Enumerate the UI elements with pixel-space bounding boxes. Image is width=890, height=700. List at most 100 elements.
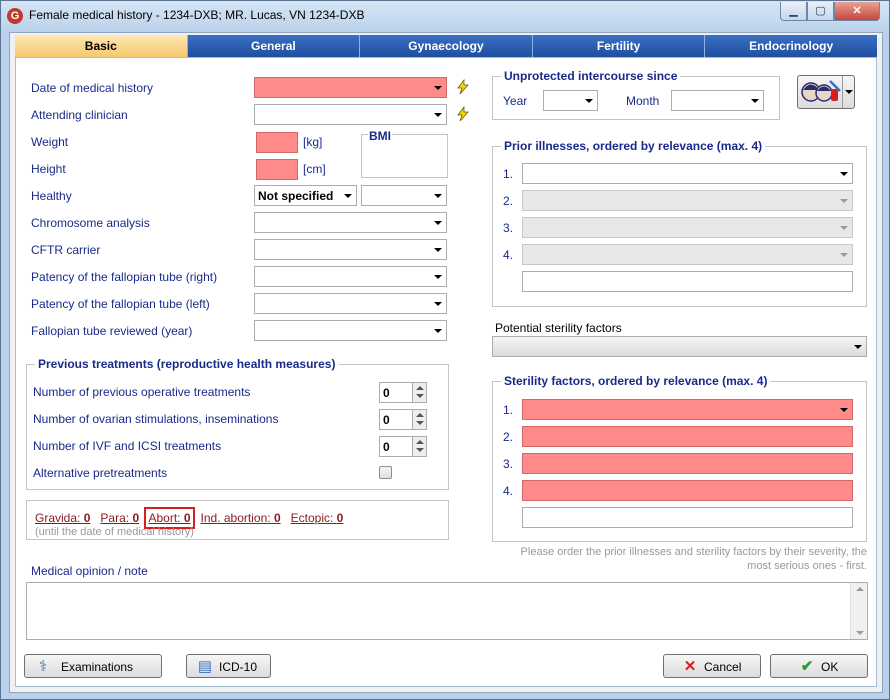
- year-dropdown[interactable]: [543, 90, 598, 111]
- examinations-label: Examinations: [61, 660, 134, 674]
- prior-illness-3-dropdown[interactable]: [522, 217, 853, 238]
- prior-num-1: 1.: [503, 167, 514, 181]
- maximize-icon: ▢: [815, 5, 826, 17]
- date-dropdown[interactable]: [254, 77, 447, 98]
- ivf-label: Number of IVF and ICSI treatments: [33, 439, 222, 453]
- ovarian-stepper[interactable]: 0: [379, 409, 427, 430]
- stethoscope-icon: ⚕: [38, 658, 48, 675]
- clinician-label: Attending clinician: [31, 108, 128, 122]
- weight-unit: [kg]: [303, 135, 323, 149]
- note-textarea[interactable]: [26, 582, 868, 640]
- lightning-icon[interactable]: [455, 79, 471, 95]
- patient-tools-button[interactable]: [797, 75, 855, 109]
- reviewed-dropdown[interactable]: [254, 320, 447, 341]
- basic-page: Date of medical history Attending clinic…: [15, 57, 877, 687]
- checkmark-icon: ✔: [800, 658, 814, 675]
- tab-fertility[interactable]: Fertility: [532, 35, 706, 57]
- para-link[interactable]: Para: 0: [100, 511, 139, 525]
- chevron-down-icon: [434, 221, 442, 225]
- sterility-factor-4-field[interactable]: [522, 480, 853, 501]
- month-label: Month: [626, 94, 660, 108]
- window-title: Female medical history - 1234-DXB; MR. L…: [29, 8, 365, 22]
- icd10-button[interactable]: ▤ ICD-10: [186, 654, 271, 678]
- note-label: Medical opinion / note: [31, 564, 148, 578]
- ok-button[interactable]: ✔ OK: [770, 654, 868, 678]
- prior-illnesses-title: Prior illnesses, ordered by relevance (m…: [501, 139, 766, 153]
- tab-bar: Basic General Gynaecology Fertility Endo…: [15, 35, 877, 57]
- cftr-label: CFTR carrier: [31, 243, 101, 257]
- chevron-down-icon: [344, 194, 352, 198]
- ovarian-label: Number of ovarian stimulations, insemina…: [33, 412, 279, 426]
- ivf-value: 0: [383, 440, 390, 454]
- alternative-checkbox[interactable]: [379, 466, 392, 479]
- previous-treatments-title: Previous treatments (reproductive health…: [35, 357, 339, 371]
- order-hint-line-1: Please order the prior illnesses and ste…: [520, 546, 867, 558]
- chromosome-dropdown[interactable]: [254, 212, 447, 233]
- stepper-down-icon[interactable]: [412, 446, 426, 456]
- healthy-value: Not specified: [258, 189, 334, 203]
- title-bar: G Female medical history - 1234-DXB; MR.…: [1, 1, 889, 31]
- healthy-dropdown[interactable]: Not specified: [254, 185, 357, 206]
- sterility-factor-3-field[interactable]: [522, 453, 853, 474]
- close-button[interactable]: ✕: [834, 2, 880, 21]
- gravida-link[interactable]: Gravida: 0: [35, 511, 90, 525]
- potential-sterility-dropdown[interactable]: [492, 336, 867, 357]
- chevron-down-icon: [434, 113, 442, 117]
- chevron-down-icon: [854, 345, 862, 349]
- ivf-stepper[interactable]: 0: [379, 436, 427, 457]
- patency-right-dropdown[interactable]: [254, 266, 447, 287]
- chevron-down-icon: [434, 302, 442, 306]
- chevron-down-icon: [751, 99, 759, 103]
- healthy-detail-dropdown[interactable]: [361, 185, 447, 206]
- height-input[interactable]: [256, 159, 298, 180]
- sterility-factor-1-dropdown[interactable]: [522, 399, 853, 420]
- chevron-down-icon: [840, 172, 848, 176]
- icd10-label: ICD-10: [219, 660, 258, 674]
- height-label: Height: [31, 162, 66, 176]
- prior-illness-4-dropdown[interactable]: [522, 244, 853, 265]
- lightning-icon[interactable]: [455, 106, 471, 122]
- maximize-button[interactable]: ▢: [807, 2, 834, 21]
- tab-endocrinology[interactable]: Endocrinology: [705, 35, 877, 57]
- sterility-factor-2-field[interactable]: [522, 426, 853, 447]
- patency-left-dropdown[interactable]: [254, 293, 447, 314]
- cancel-button[interactable]: ✕ Cancel: [663, 654, 761, 678]
- abort-link[interactable]: Abort: 0: [144, 507, 195, 529]
- client-area: Basic General Gynaecology Fertility Endo…: [9, 32, 883, 693]
- chromosome-label: Chromosome analysis: [31, 216, 150, 230]
- gravida-line: Gravida: 0 Para: 0 Abort: 0 Ind. abortio…: [35, 507, 344, 529]
- chevron-down-icon: [434, 275, 442, 279]
- clinician-dropdown[interactable]: [254, 104, 447, 125]
- prior-illness-1-dropdown[interactable]: [522, 163, 853, 184]
- tab-basic[interactable]: Basic: [15, 35, 188, 57]
- operative-stepper[interactable]: 0: [379, 382, 427, 403]
- scroll-down-icon[interactable]: [856, 631, 864, 635]
- chevron-down-icon: [434, 194, 442, 198]
- note-scrollbar[interactable]: [850, 583, 867, 639]
- chevron-down-icon: [845, 90, 853, 94]
- operative-label: Number of previous operative treatments: [33, 385, 251, 399]
- gravida-group: Gravida: 0 Para: 0 Abort: 0 Ind. abortio…: [26, 500, 449, 540]
- prior-illness-2-dropdown[interactable]: [522, 190, 853, 211]
- minimize-button[interactable]: ▁: [780, 2, 807, 21]
- bmi-label: BMI: [368, 129, 392, 143]
- weight-input[interactable]: [256, 132, 298, 153]
- ectopic-link[interactable]: Ectopic: 0: [291, 511, 344, 525]
- stepper-down-icon[interactable]: [412, 392, 426, 402]
- examinations-button[interactable]: ⚕ Examinations: [24, 654, 162, 678]
- tab-general[interactable]: General: [187, 35, 361, 57]
- prior-illnesses-group: Prior illnesses, ordered by relevance (m…: [492, 139, 867, 307]
- stepper-down-icon[interactable]: [412, 419, 426, 429]
- sterility-factor-text-input[interactable]: [522, 507, 853, 528]
- scroll-up-icon[interactable]: [856, 587, 864, 591]
- prior-illness-text-input[interactable]: [522, 271, 853, 292]
- ind-abortion-link[interactable]: Ind. abortion: 0: [201, 511, 281, 525]
- tab-gynaecology[interactable]: Gynaecology: [360, 35, 533, 57]
- weight-label: Weight: [31, 135, 69, 149]
- sterility-factors-title: Sterility factors, ordered by relevance …: [501, 374, 771, 388]
- gravida-hint: (until the date of medical history): [35, 526, 194, 538]
- patient-tools-dropdown[interactable]: [842, 76, 854, 108]
- sterility-num-4: 4.: [503, 484, 514, 498]
- cftr-dropdown[interactable]: [254, 239, 447, 260]
- month-dropdown[interactable]: [671, 90, 764, 111]
